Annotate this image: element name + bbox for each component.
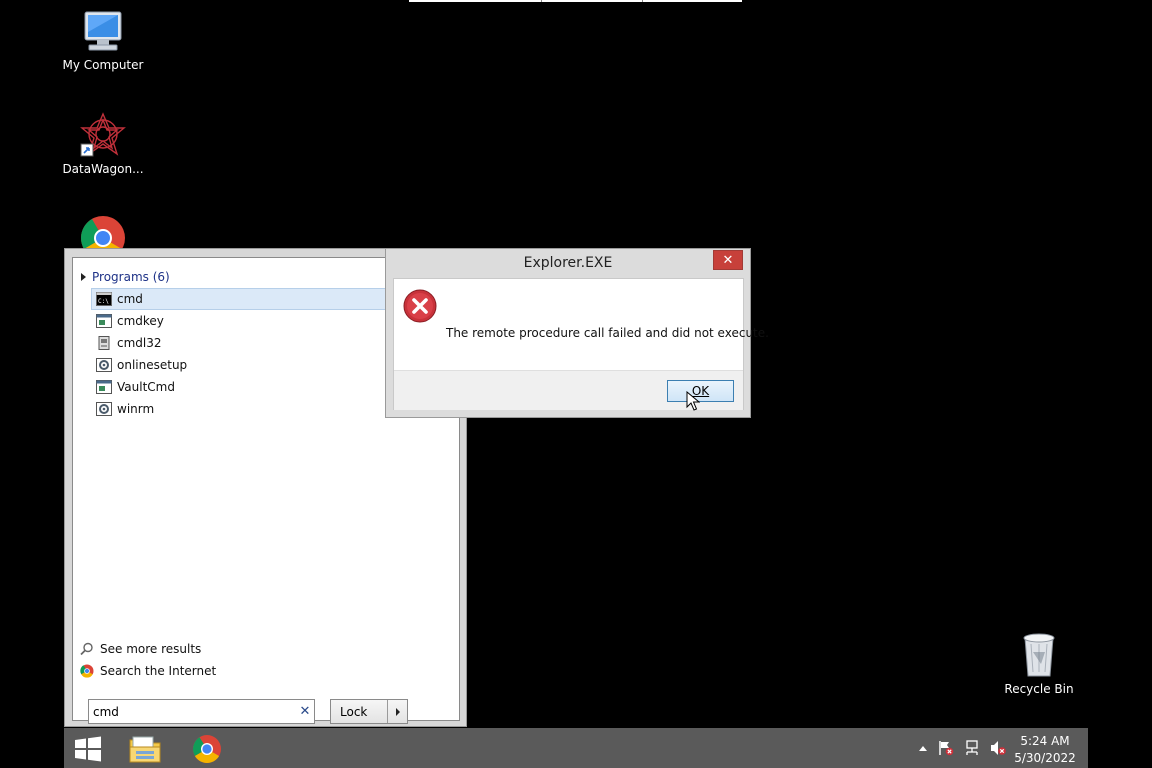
- desktop-icon-my-computer[interactable]: My Computer: [55, 10, 151, 72]
- expand-arrow-icon: [81, 273, 86, 281]
- taskbar: 5:24 AM 5/30/2022: [64, 728, 1088, 768]
- clock-time: 5:24 AM: [1020, 734, 1070, 748]
- error-icon: [403, 289, 437, 323]
- desktop-icon-datawagon[interactable]: DataWagon...: [55, 112, 151, 176]
- windows-start-icon[interactable]: [74, 736, 102, 762]
- volume-muted-icon[interactable]: [990, 740, 1006, 756]
- start-search-input[interactable]: cmd ✕: [88, 699, 315, 724]
- program-item-label: cmdkey: [117, 314, 164, 328]
- chrome-icon: [81, 216, 125, 260]
- desktop-icon-label: My Computer: [62, 58, 144, 72]
- console-icon: C:\: [96, 292, 112, 306]
- svg-text:C:\: C:\: [98, 298, 109, 305]
- partial-window-edge: [409, 0, 742, 2]
- chrome-icon: [80, 664, 94, 678]
- ok-button[interactable]: OK: [667, 380, 734, 402]
- desktop-icon-label: Recycle Bin: [1004, 682, 1074, 696]
- program-item-label: cmdl32: [117, 336, 162, 350]
- see-more-results-link[interactable]: See more results: [80, 642, 380, 656]
- recycle-bin-icon: [1023, 633, 1055, 677]
- desktop-icon-label: DataWagon...: [62, 162, 144, 176]
- search-input-value: cmd: [93, 704, 119, 719]
- clock-date: 5/30/2022: [1014, 751, 1076, 765]
- program-item-label: cmd: [117, 292, 143, 306]
- programs-group-label: Programs (6): [92, 270, 170, 284]
- power-options-arrow-icon[interactable]: [387, 700, 407, 723]
- application-window-icon: [96, 380, 112, 394]
- see-more-label: See more results: [100, 642, 202, 656]
- lock-button-label: Lock: [340, 704, 368, 719]
- program-item-label: winrm: [117, 402, 155, 416]
- settings-gear-icon: [96, 402, 112, 416]
- network-phone-icon: [98, 336, 110, 350]
- system-tray: [918, 740, 1006, 756]
- program-item-label: onlinesetup: [117, 358, 188, 372]
- application-window-icon: [96, 314, 112, 328]
- lock-button[interactable]: Lock: [330, 699, 408, 724]
- magnifier-icon: [80, 642, 93, 656]
- taskbar-file-explorer[interactable]: [123, 731, 167, 767]
- programs-group-header[interactable]: Programs (6): [81, 270, 170, 284]
- datawagon-logo-icon: [80, 112, 126, 157]
- show-hidden-icons-icon[interactable]: [918, 744, 928, 752]
- program-item-label: VaultCmd: [117, 380, 175, 394]
- desktop-icon-recycle-bin[interactable]: Recycle Bin: [991, 630, 1087, 696]
- dialog-title: Explorer.EXE: [523, 255, 613, 271]
- network-icon[interactable]: [964, 740, 980, 756]
- dialog-close-button[interactable]: ✕: [713, 250, 743, 270]
- action-center-flag-icon[interactable]: [938, 740, 954, 756]
- chrome-icon: [193, 735, 221, 763]
- search-internet-link[interactable]: Search the Internet: [80, 664, 380, 678]
- computer-icon: [84, 11, 122, 51]
- taskbar-clock[interactable]: 5:24 AM 5/30/2022: [1010, 733, 1080, 767]
- search-internet-label: Search the Internet: [100, 664, 217, 678]
- dialog-message: The remote procedure call failed and did…: [446, 326, 769, 340]
- taskbar-chrome[interactable]: [185, 731, 229, 767]
- mouse-cursor-icon: [686, 391, 700, 411]
- folder-icon: [129, 736, 161, 763]
- clear-search-icon[interactable]: ✕: [296, 704, 314, 719]
- settings-gear-icon: [96, 358, 112, 372]
